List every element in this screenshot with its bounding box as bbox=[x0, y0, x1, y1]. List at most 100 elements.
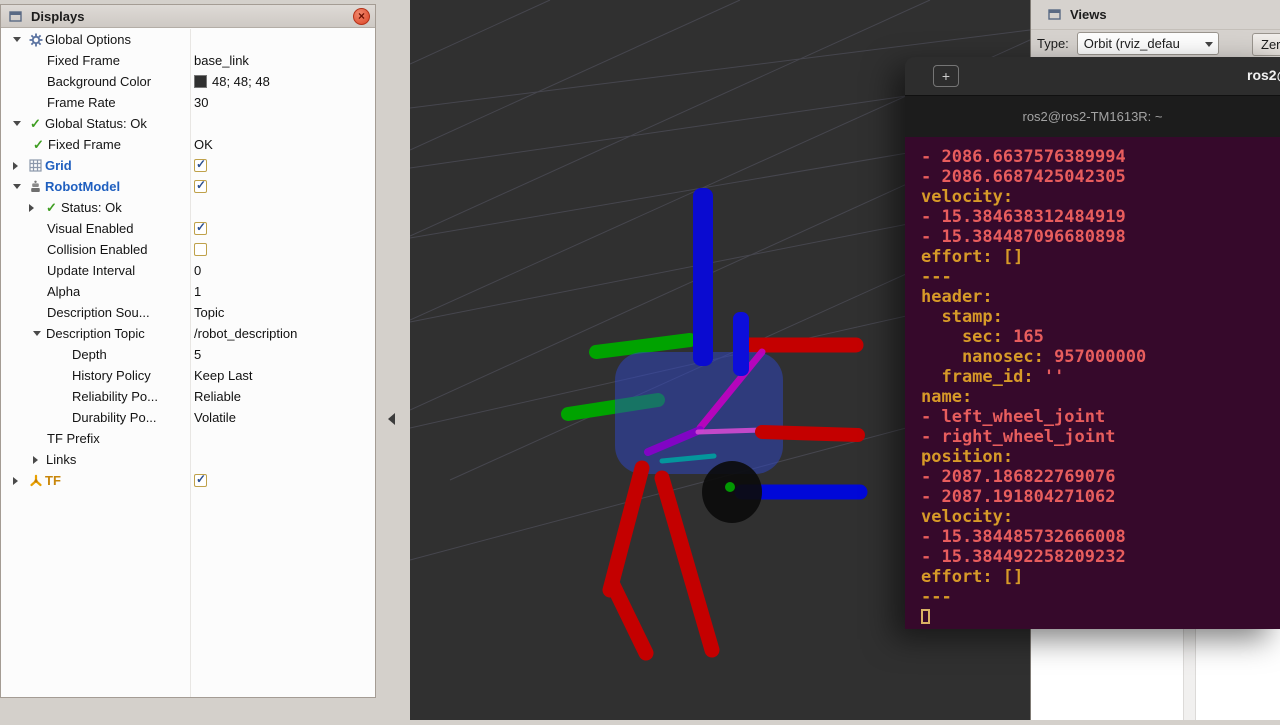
tf-icon bbox=[29, 474, 43, 488]
terminal-window: + ros2@ ros2@ros2-TM1613R: ~ - 2086.6637… bbox=[905, 57, 1280, 629]
row-label: Background Color bbox=[47, 74, 151, 89]
terminal-line: - 15.384492258209232 bbox=[921, 547, 1280, 567]
terminal-line: position: bbox=[921, 447, 1280, 467]
tree-row-description-sou[interactable]: Description Sou... Topic bbox=[1, 302, 375, 323]
row-value[interactable]: /robot_description bbox=[194, 326, 297, 341]
new-tab-icon[interactable]: + bbox=[933, 65, 959, 87]
terminal-line: velocity: bbox=[921, 507, 1280, 527]
row-value[interactable]: Topic bbox=[194, 305, 224, 320]
tree-row-history-policy[interactable]: History Policy Keep Last bbox=[1, 365, 375, 386]
close-icon[interactable]: × bbox=[353, 8, 370, 25]
row-checkbox[interactable] bbox=[194, 180, 207, 193]
row-value[interactable]: 30 bbox=[194, 95, 208, 110]
row-label: History Policy bbox=[72, 368, 151, 383]
tree-row-status-ok[interactable]: ✓Status: Ok bbox=[1, 197, 375, 218]
chevron-right-icon[interactable] bbox=[13, 162, 26, 170]
displays-panel-title: Displays bbox=[31, 9, 84, 24]
displays-titlebar[interactable]: Displays × bbox=[1, 5, 375, 28]
terminal-body[interactable]: - 2086.6637576389994- 2086.6687425042305… bbox=[905, 137, 1280, 629]
row-label: Update Interval bbox=[47, 263, 135, 278]
tree-row-description-topic[interactable]: Description Topic/robot_description bbox=[1, 323, 375, 344]
row-value[interactable]: 5 bbox=[194, 347, 201, 362]
view-type-value: Orbit (rviz_defau bbox=[1084, 36, 1180, 51]
row-label: Depth bbox=[72, 347, 107, 362]
tree-row-global-status-ok[interactable]: ✓Global Status: Ok bbox=[1, 113, 375, 134]
view-type-label: Type: bbox=[1037, 36, 1069, 51]
chevron-down-icon[interactable] bbox=[33, 331, 46, 336]
terminal-line: effort: [] bbox=[921, 247, 1280, 267]
row-value[interactable]: base_link bbox=[194, 53, 249, 68]
view-type-select[interactable]: Orbit (rviz_defau bbox=[1077, 32, 1219, 55]
tree-row-alpha[interactable]: Alpha1 bbox=[1, 281, 375, 302]
tree-row-grid[interactable]: Grid bbox=[1, 155, 375, 176]
tree-row-update-interval[interactable]: Update Interval 0 bbox=[1, 260, 375, 281]
row-label: Collision Enabled bbox=[47, 242, 147, 257]
row-label: Fixed Frame bbox=[47, 53, 120, 68]
tree-row-durability-po[interactable]: Durability Po...Volatile bbox=[1, 407, 375, 428]
panel-icon bbox=[6, 10, 25, 23]
row-value[interactable]: Volatile bbox=[194, 410, 236, 425]
terminal-line: sec: 165 bbox=[921, 327, 1280, 347]
row-label: Fixed Frame bbox=[48, 137, 121, 152]
chevron-right-icon[interactable] bbox=[29, 204, 42, 212]
tree-row-fixed-frame[interactable]: ✓Fixed FrameOK bbox=[1, 134, 375, 155]
terminal-line: effort: [] bbox=[921, 567, 1280, 587]
row-value[interactable]: 0 bbox=[194, 263, 201, 278]
row-value[interactable]: 48; 48; 48 bbox=[212, 74, 270, 89]
tree-row-visual-enabled[interactable]: Visual Enabled bbox=[1, 218, 375, 239]
chevron-down-icon[interactable] bbox=[13, 37, 26, 42]
terminal-line: velocity: bbox=[921, 187, 1280, 207]
zero-button[interactable]: Zero bbox=[1252, 33, 1280, 56]
terminal-lines: - 2086.6637576389994- 2086.6687425042305… bbox=[921, 147, 1280, 607]
tree-row-reliability-po[interactable]: Reliability Po... Reliable bbox=[1, 386, 375, 407]
row-value[interactable]: OK bbox=[194, 137, 213, 152]
displays-panel: Displays × Global Options Fixed Frame base… bbox=[0, 4, 376, 698]
row-label: Frame Rate bbox=[47, 95, 116, 110]
chevron-down-icon[interactable] bbox=[13, 184, 26, 189]
terminal-titlebar[interactable]: + ros2@ bbox=[905, 57, 1280, 95]
gear-icon bbox=[29, 33, 43, 47]
chevron-right-icon[interactable] bbox=[13, 477, 26, 485]
row-value[interactable]: Reliable bbox=[194, 389, 241, 404]
terminal-line: --- bbox=[921, 267, 1280, 287]
color-swatch[interactable] bbox=[194, 75, 207, 88]
terminal-line: frame_id: '' bbox=[921, 367, 1280, 387]
terminal-line: - 2087.191804271062 bbox=[921, 487, 1280, 507]
terminal-cursor-line bbox=[921, 607, 1280, 627]
terminal-tabbar: ros2@ros2-TM1613R: ~ bbox=[905, 95, 1280, 137]
views-titlebar[interactable]: Views bbox=[1031, 0, 1280, 30]
terminal-line: - 15.384638312484919 bbox=[921, 207, 1280, 227]
robot-model bbox=[568, 188, 860, 653]
row-checkbox[interactable] bbox=[194, 222, 207, 235]
tree-row-links[interactable]: Links bbox=[1, 449, 375, 470]
terminal-line: - 2087.186822769076 bbox=[921, 467, 1280, 487]
row-label: RobotModel bbox=[45, 179, 120, 194]
tree-row-frame-rate[interactable]: Frame Rate 30 bbox=[1, 92, 375, 113]
row-value[interactable]: Keep Last bbox=[194, 368, 253, 383]
tree-row-fixed-frame[interactable]: Fixed Frame base_link bbox=[1, 50, 375, 71]
tree-row-tf-prefix[interactable]: TF Prefix bbox=[1, 428, 375, 449]
terminal-line: header: bbox=[921, 287, 1280, 307]
row-checkbox[interactable] bbox=[194, 243, 207, 256]
row-label: Description Sou... bbox=[47, 305, 150, 320]
row-checkbox[interactable] bbox=[194, 474, 207, 487]
row-label: TF Prefix bbox=[47, 431, 100, 446]
robot-icon bbox=[29, 180, 42, 193]
tree-row-global-options[interactable]: Global Options bbox=[1, 29, 375, 50]
terminal-line: - 15.384487096680898 bbox=[921, 227, 1280, 247]
row-label: Reliability Po... bbox=[72, 389, 158, 404]
chevron-right-icon[interactable] bbox=[33, 456, 46, 464]
tree-row-tf[interactable]: TF bbox=[1, 470, 375, 491]
row-label: TF bbox=[45, 473, 61, 488]
row-label: Grid bbox=[45, 158, 72, 173]
panel-collapse-arrow-icon[interactable] bbox=[388, 413, 395, 425]
tree-row-depth[interactable]: Depth 5 bbox=[1, 344, 375, 365]
terminal-tab[interactable]: ros2@ros2-TM1613R: ~ bbox=[1023, 109, 1163, 124]
terminal-line: - 2086.6687425042305 bbox=[921, 167, 1280, 187]
tree-row-background-color[interactable]: Background Color 48; 48; 48 bbox=[1, 71, 375, 92]
tree-row-collision-enabled[interactable]: Collision Enabled bbox=[1, 239, 375, 260]
row-value[interactable]: 1 bbox=[194, 284, 201, 299]
row-checkbox[interactable] bbox=[194, 159, 207, 172]
chevron-down-icon[interactable] bbox=[13, 121, 26, 126]
tree-row-robotmodel[interactable]: RobotModel bbox=[1, 176, 375, 197]
